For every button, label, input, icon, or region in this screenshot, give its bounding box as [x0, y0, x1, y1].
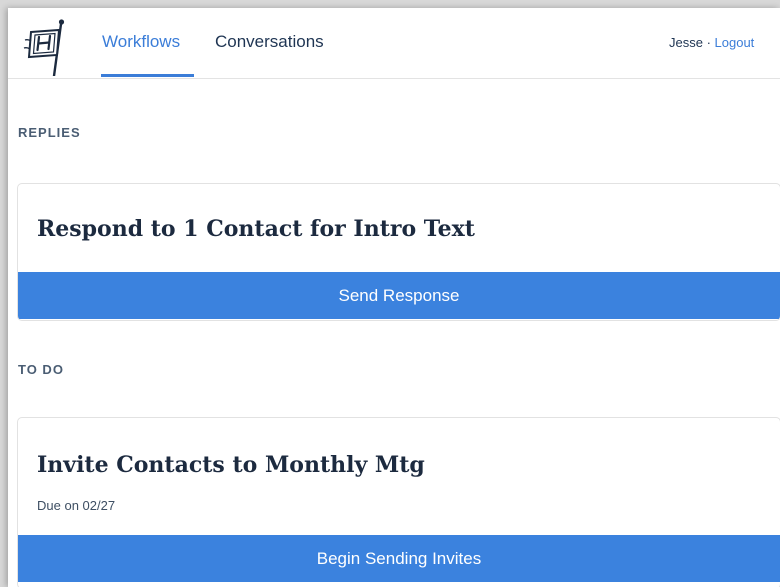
user-menu: Jesse · Logout: [669, 34, 754, 52]
user-name: Jesse: [669, 35, 703, 50]
due-date: Due on 02/27: [37, 498, 116, 513]
flag-h-logo-icon[interactable]: [23, 18, 67, 78]
active-tab-indicator: [101, 74, 194, 77]
app-window: Workflows Conversations Jesse · Logout R…: [8, 8, 780, 587]
todo-card: Invite Contacts to Monthly Mtg Due on 02…: [17, 417, 780, 587]
user-separator: ·: [702, 35, 715, 50]
send-response-button[interactable]: Send Response: [18, 272, 780, 319]
reply-card: Respond to 1 Contact for Intro Text Send…: [17, 183, 780, 321]
tab-workflows[interactable]: Workflows: [102, 30, 180, 54]
card-title: Invite Contacts to Monthly Mtg: [37, 452, 425, 478]
logout-link[interactable]: Logout: [715, 35, 755, 50]
section-label-todo: TO DO: [18, 362, 64, 377]
section-label-replies: REPLIES: [18, 125, 81, 140]
tab-conversations[interactable]: Conversations: [215, 30, 324, 54]
top-navigation-bar: Workflows Conversations Jesse · Logout: [8, 8, 780, 79]
begin-sending-invites-button[interactable]: Begin Sending Invites: [18, 535, 780, 582]
card-title: Respond to 1 Contact for Intro Text: [37, 216, 475, 242]
